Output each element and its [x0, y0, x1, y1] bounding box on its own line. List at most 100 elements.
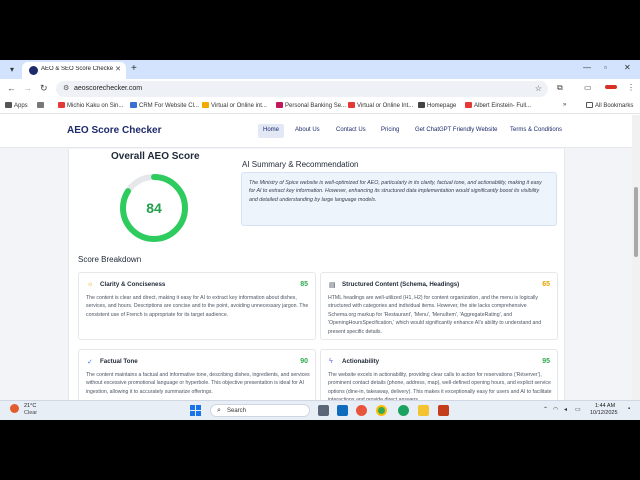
powerpoint-icon[interactable] — [438, 405, 449, 416]
crm-icon — [130, 102, 137, 108]
bookmark-label: Virtual or Online Int... — [357, 103, 414, 109]
bookmark-item[interactable]: Virtual or Online int... — [202, 102, 267, 109]
score-card-text: HTML headings are well-utilized (H1, H2)… — [328, 295, 542, 335]
bookmarks-bar: Apps Michio Kaku on Sin... CRM For Websi… — [0, 99, 640, 114]
bookmark-item[interactable]: Virtual or Online Int... — [348, 102, 413, 109]
grid-icon — [37, 102, 44, 108]
overall-score-title: Overall AEO Score — [111, 151, 200, 162]
bookmark-item[interactable]: Homepage — [418, 102, 456, 109]
new-tab-icon[interactable]: + — [131, 63, 137, 74]
page-content: AEO Score Checker Home About Us Contact … — [0, 115, 640, 400]
folder-icon — [202, 102, 209, 108]
outlook-icon[interactable] — [337, 405, 348, 416]
file-explorer-icon[interactable] — [418, 405, 429, 416]
all-bookmarks-label: All Bookmarks — [595, 103, 634, 109]
nav-pricing[interactable]: Pricing — [376, 124, 404, 138]
bookmark-item[interactable]: CRM For Website Cl... — [130, 102, 199, 109]
score-card-text: The content is clear and direct, making … — [86, 295, 309, 318]
folder-icon — [586, 102, 593, 108]
profile-avatar[interactable] — [605, 85, 617, 89]
youtube-icon — [348, 102, 355, 108]
wifi-icon[interactable]: ◠ — [553, 406, 558, 413]
tab-title: AEO & SEO Score Checker | Op — [41, 66, 113, 72]
bookmark-label: Apps — [14, 103, 28, 109]
tab-active[interactable]: AEO & SEO Score Checker | Op ✕ — [22, 62, 126, 79]
volume-icon[interactable]: ◂ — [564, 406, 567, 413]
bookmark-apps[interactable]: Apps — [5, 102, 28, 109]
bookmark-label: Personal Banking Se... — [285, 103, 347, 109]
start-icon[interactable] — [190, 405, 201, 416]
apps-grid-icon — [5, 102, 12, 108]
overall-score-value: 84 — [146, 200, 162, 216]
more-bookmarks-icon[interactable]: » — [563, 102, 566, 108]
extensions-icon[interactable]: ⧉ — [557, 83, 563, 93]
taskbar-search[interactable]: ⌕ Search — [210, 404, 310, 417]
page-scrollbar[interactable] — [632, 115, 640, 400]
weather-icon[interactable] — [10, 404, 19, 413]
ai-summary-title: AI Summary & Recommendation — [242, 160, 359, 169]
score-card-clarity: ☼ Clarity & Conciseness 85 The content i… — [78, 272, 316, 340]
nav-about-us[interactable]: About Us — [290, 124, 325, 138]
search-icon: ⌕ — [217, 407, 221, 414]
bookmark-star-icon[interactable]: ☆ — [535, 84, 542, 93]
score-card-factual: ✓ Factual Tone 90 The content maintains … — [78, 349, 316, 400]
cast-icon[interactable]: ▭ — [584, 83, 592, 92]
nav-home[interactable]: Home — [258, 124, 285, 138]
edge-icon[interactable] — [398, 405, 409, 416]
all-bookmarks[interactable]: All Bookmarks — [586, 102, 633, 109]
ai-summary-text: The Ministry of Spice website is well-op… — [241, 172, 557, 226]
nav-terms[interactable]: Terms & Conditions — [505, 124, 567, 138]
score-card-value: 85 — [300, 281, 308, 288]
bookmark-item[interactable] — [37, 102, 46, 109]
bookmark-item[interactable]: Personal Banking Se... — [276, 102, 346, 109]
nav-chatgpt-friendly[interactable]: Get ChatGPT Friendly Website — [410, 124, 502, 138]
taskbar: 21°C Clear ⌕ Search ⌃ ◠ ◂ ▭ 1:44 AM 10/1… — [0, 400, 640, 420]
minimize-icon[interactable]: — — [583, 63, 591, 72]
score-card-value: 95 — [542, 358, 550, 365]
site-logo[interactable]: AEO Score Checker — [67, 125, 162, 136]
restore-icon[interactable]: ▫ — [604, 63, 607, 72]
score-card-actionability: ϟ Actionability 95 The website excels in… — [320, 349, 558, 400]
bookmark-item[interactable]: Albert Einstein- Full... — [465, 102, 531, 109]
results-card: Overall AEO Score 84 AI Summary & Recomm… — [68, 149, 565, 400]
bookmark-label: Homepage — [427, 103, 457, 109]
reload-icon[interactable]: ↻ — [40, 83, 48, 94]
bookmark-label: Virtual or Online int... — [211, 103, 267, 109]
bookmark-label: CRM For Website Cl... — [139, 103, 199, 109]
browser-window: ▾ AEO & SEO Score Checker | Op ✕ + — ▫ ✕… — [0, 60, 640, 420]
close-window-icon[interactable]: ✕ — [624, 63, 631, 72]
clock-time[interactable]: 1:44 AM — [595, 403, 615, 409]
bank-icon — [276, 102, 283, 108]
forward-icon[interactable]: → — [23, 83, 32, 93]
address-bar[interactable]: ⚙ aeoscorechecker.com ☆ — [56, 81, 548, 97]
site-favicon-icon — [29, 66, 38, 75]
back-icon[interactable]: ← — [7, 83, 16, 93]
chrome-icon[interactable] — [376, 405, 387, 416]
score-card-text: The content maintains a factual and info… — [86, 372, 310, 395]
notifications-icon[interactable]: ▪ — [628, 406, 630, 412]
score-breakdown-title: Score Breakdown — [78, 255, 142, 264]
close-tab-icon[interactable]: ✕ — [115, 65, 121, 73]
battery-icon[interactable]: ▭ — [575, 406, 581, 413]
menu-icon[interactable]: ⋮ — [627, 83, 635, 92]
score-card-title: Structured Content (Schema, Headings) — [342, 281, 460, 288]
check-circle-icon: ✓ — [87, 359, 93, 366]
task-view-icon[interactable] — [318, 405, 329, 416]
score-card-value: 90 — [300, 358, 308, 365]
document-icon: ▤ — [329, 282, 336, 289]
show-hidden-icons-icon[interactable]: ⌃ — [543, 406, 548, 413]
score-card-title: Factual Tone — [100, 358, 138, 365]
site-info-icon[interactable]: ⚙ — [63, 84, 69, 92]
copilot-icon[interactable] — [356, 405, 367, 416]
bookmark-item[interactable]: Michio Kaku on Sin... — [58, 102, 123, 109]
scrollbar-thumb[interactable] — [634, 187, 638, 257]
weather-temp[interactable]: 21°C — [24, 403, 36, 409]
nav-contact-us[interactable]: Contact Us — [331, 124, 371, 138]
weather-condition[interactable]: Clear — [24, 410, 37, 416]
clock-date[interactable]: 10/12/2025 — [590, 410, 618, 416]
score-card-structured: ▤ Structured Content (Schema, Headings) … — [320, 272, 558, 340]
tab-search-icon[interactable]: ▾ — [6, 64, 18, 76]
bookmark-label: Michio Kaku on Sin... — [67, 103, 124, 109]
taskbar-search-label: Search — [227, 408, 247, 414]
score-card-title: Clarity & Conciseness — [100, 281, 166, 288]
